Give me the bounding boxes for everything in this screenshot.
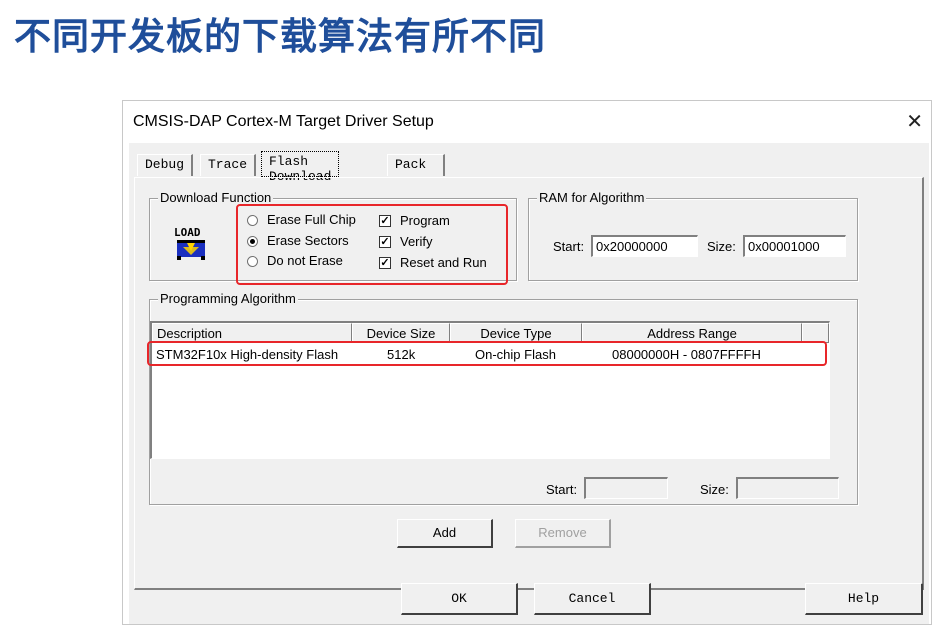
- algo-size-label: Size:: [700, 482, 729, 497]
- row-device-size[interactable]: 512k: [387, 347, 415, 362]
- check-program[interactable]: ✓: [379, 215, 391, 227]
- col-address-range[interactable]: Address Range: [582, 323, 802, 343]
- download-function-label: Download Function: [158, 190, 274, 205]
- help-button[interactable]: Help: [805, 583, 923, 615]
- radio-label-do-not-erase: Do not Erase: [267, 253, 343, 268]
- tab-pack[interactable]: Pack: [387, 154, 445, 176]
- ram-start-field[interactable]: 0x20000000: [591, 235, 698, 257]
- ram-for-algorithm-group: RAM for Algorithm Start: 0x20000000 Size…: [528, 190, 858, 281]
- dialog-client: Debug Trace Flash Download Pack Download…: [129, 143, 929, 624]
- col-description[interactable]: Description: [152, 323, 352, 343]
- add-button[interactable]: Add: [397, 519, 493, 548]
- radio-label-erase-full-chip: Erase Full Chip: [267, 212, 356, 227]
- dialog-window: CMSIS-DAP Cortex-M Target Driver Setup ✕…: [122, 100, 932, 625]
- radio-erase-full-chip[interactable]: [247, 215, 258, 226]
- radio-erase-sectors[interactable]: [247, 236, 258, 247]
- col-device-type[interactable]: Device Type: [450, 323, 582, 343]
- tab-debug[interactable]: Debug: [137, 154, 194, 176]
- cancel-button[interactable]: Cancel: [534, 583, 651, 615]
- ram-size-label: Size:: [707, 239, 736, 254]
- algo-start-field[interactable]: [584, 477, 668, 499]
- radio-label-erase-sectors: Erase Sectors: [267, 233, 349, 248]
- check-verify[interactable]: ✓: [379, 236, 391, 248]
- remove-button[interactable]: Remove: [515, 519, 611, 548]
- row-address-range[interactable]: 08000000H - 0807FFFFH: [612, 347, 761, 362]
- col-device-size[interactable]: Device Size: [352, 323, 450, 343]
- load-icon: LOAD: [174, 226, 205, 260]
- algo-size-field[interactable]: [736, 477, 839, 499]
- download-function-group: Download Function LOAD Erase Full Chip E…: [149, 190, 517, 285]
- ram-size-field[interactable]: 0x00001000: [743, 235, 846, 257]
- col-filler: [802, 323, 829, 343]
- tab-trace[interactable]: Trace: [200, 154, 257, 176]
- slide-title: 不同开发板的下载算法有所不同: [14, 15, 546, 58]
- check-reset-and-run[interactable]: ✓: [379, 257, 391, 269]
- programming-algorithm-label: Programming Algorithm: [158, 291, 298, 306]
- window-title: CMSIS-DAP Cortex-M Target Driver Setup: [133, 113, 434, 130]
- flash-download-page: Download Function LOAD Erase Full Chip E…: [134, 177, 924, 590]
- check-label-verify: Verify: [400, 234, 433, 249]
- ram-for-algorithm-label: RAM for Algorithm: [537, 190, 647, 205]
- check-label-program: Program: [400, 213, 450, 228]
- radio-do-not-erase[interactable]: [247, 256, 258, 267]
- title-bar: CMSIS-DAP Cortex-M Target Driver Setup ✕: [123, 101, 931, 143]
- algorithm-list[interactable]: Description Device Size Device Type Addr…: [150, 321, 830, 459]
- check-label-reset-and-run: Reset and Run: [400, 255, 487, 270]
- tab-flash-download[interactable]: Flash Download: [261, 151, 340, 184]
- svg-text:LOAD: LOAD: [174, 226, 201, 239]
- row-description[interactable]: STM32F10x High-density Flash: [156, 347, 338, 362]
- ram-start-label: Start:: [553, 239, 585, 254]
- row-device-type[interactable]: On-chip Flash: [475, 347, 556, 362]
- close-icon[interactable]: ✕: [906, 109, 923, 134]
- algo-start-label: Start:: [546, 482, 578, 497]
- ok-button[interactable]: OK: [401, 583, 518, 615]
